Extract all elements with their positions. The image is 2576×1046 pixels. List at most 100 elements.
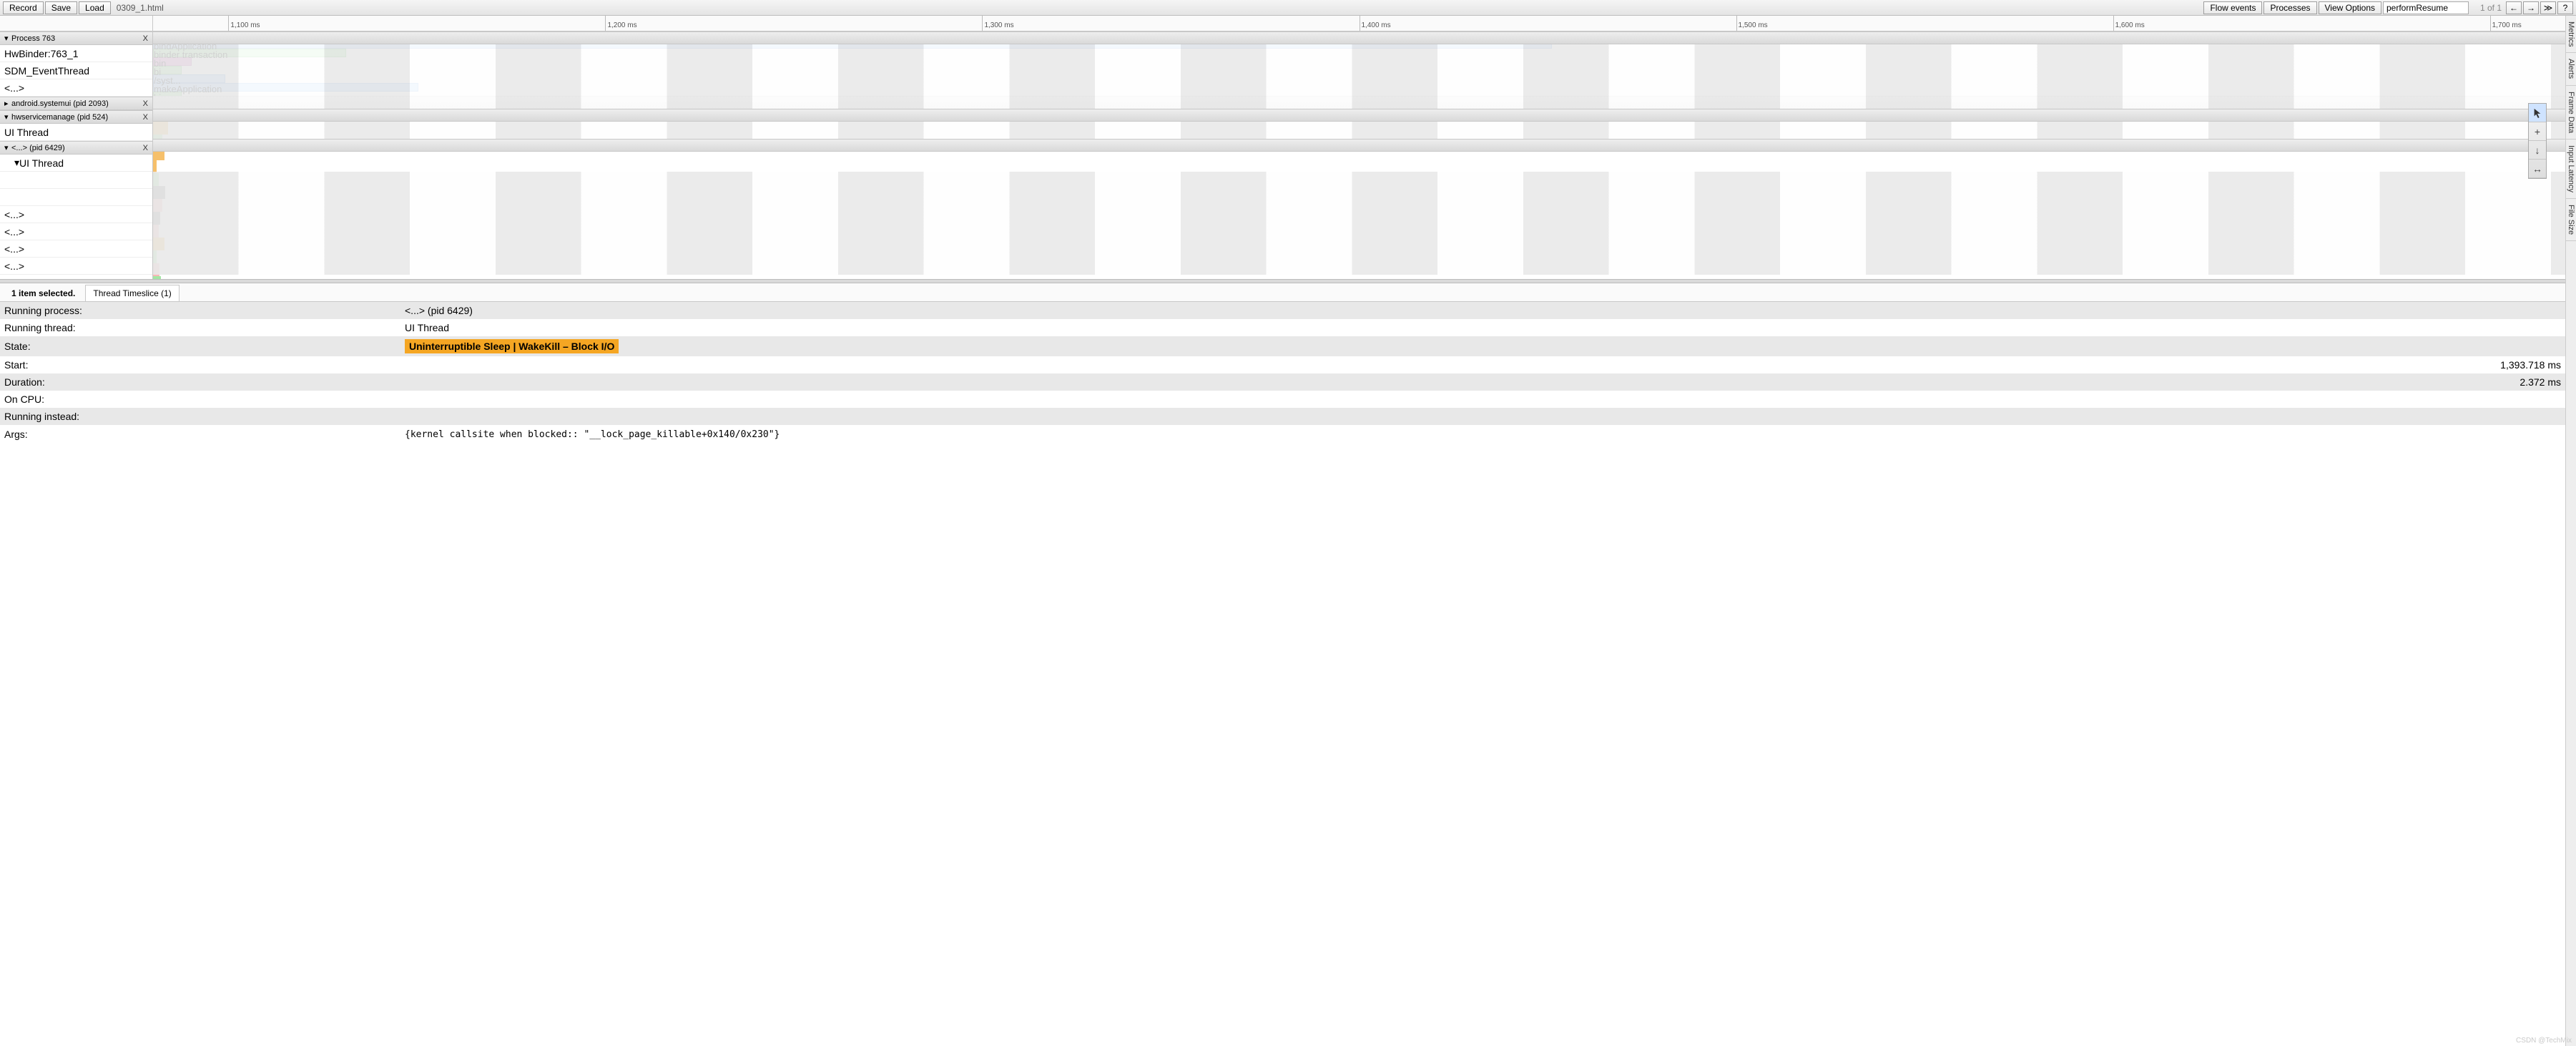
detail-key: Duration:	[0, 373, 400, 391]
pan-icon: ↔	[2532, 163, 2542, 175]
thread-label-dots-d[interactable]: <...>	[0, 258, 152, 275]
lane-hwbinder[interactable]	[153, 44, 2565, 62]
lane-dots-d[interactable]	[153, 258, 2565, 275]
detail-key: State:	[0, 336, 400, 356]
thread-label-dots[interactable]: <...>	[0, 79, 152, 97]
search-last-button[interactable]: ≫	[2540, 1, 2556, 14]
ruler-tick: 1,500 ms	[1736, 16, 1768, 31]
detail-row: On CPU:	[0, 391, 2565, 408]
lane-6429-row3[interactable]	[153, 189, 2565, 206]
side-tab-frame-data[interactable]: Frame Data	[2566, 86, 2576, 140]
track-canvas[interactable]: Act... bindApplication binder transactio…	[153, 31, 2565, 279]
save-button[interactable]: Save	[45, 1, 77, 14]
load-button[interactable]: Load	[79, 1, 111, 14]
ruler-tick: 1,100 ms	[228, 16, 260, 31]
detail-value	[400, 408, 2565, 425]
pointer-icon	[2532, 108, 2542, 118]
ruler-tick: 1,600 ms	[2113, 16, 2145, 31]
lane-6429-row2[interactable]	[153, 172, 2565, 189]
detail-row: Duration:2.372 ms	[0, 373, 2565, 391]
thread-label-sdm[interactable]: SDM_EventThread	[0, 62, 152, 79]
ruler-tick: 1,300 ms	[982, 16, 1013, 31]
search-hit-counter: 1 of 1	[2470, 3, 2504, 13]
side-tab-metrics[interactable]: Metrics	[2566, 16, 2576, 53]
detail-pane: 1 item selected. Thread Timeslice (1) Ru…	[0, 283, 2565, 1046]
watermark: CSDN @TechMix	[2516, 1037, 2572, 1045]
processes-button[interactable]: Processes	[2263, 1, 2316, 14]
lane-dots1[interactable]	[153, 79, 2565, 96]
lane-systemui[interactable]	[153, 96, 2565, 109]
search-input[interactable]	[2383, 1, 2469, 14]
close-icon[interactable]: X	[143, 34, 148, 43]
process-header-763[interactable]: ▾Process 763 X	[0, 31, 152, 45]
detail-key: Running process:	[0, 302, 400, 319]
ruler-tick: 1,700 ms	[2490, 16, 2522, 31]
detail-value: <...> (pid 6429)	[400, 302, 2565, 319]
side-tab-input-latency[interactable]: Input Latency	[2566, 140, 2576, 199]
process-header-2093[interactable]: ▸android.systemui (pid 2093) X	[0, 97, 152, 110]
detail-value: 2.372 ms	[400, 373, 2565, 391]
detail-key: Running instead:	[0, 408, 400, 425]
thread-label-dots-c[interactable]: <...>	[0, 240, 152, 258]
lane-dots-b[interactable]	[153, 223, 2565, 240]
lane-ui-524[interactable]	[153, 122, 2565, 139]
search-prev-button[interactable]: ←	[2506, 1, 2522, 14]
pan-tool-button[interactable]: ↔	[2529, 160, 2546, 178]
detail-row: Running thread:UI Thread	[0, 319, 2565, 336]
file-title: 0309_1.html	[117, 3, 164, 13]
state-badge: Uninterruptible Sleep | WakeKill – Block…	[405, 339, 619, 353]
help-button[interactable]: ?	[2557, 1, 2573, 14]
lane-dots-c[interactable]	[153, 240, 2565, 258]
close-icon[interactable]: X	[143, 113, 148, 122]
lane-6429-row0[interactable]	[153, 152, 2565, 162]
side-tab-alerts[interactable]: Alerts	[2566, 53, 2576, 85]
plus-icon: +	[2535, 126, 2540, 137]
zoom-out-tool-button[interactable]: ↓	[2529, 141, 2546, 160]
detail-row: Running instead:	[0, 408, 2565, 425]
ruler-tick: 1,400 ms	[1360, 16, 1391, 31]
detail-table: Running process:<...> (pid 6429)Running …	[0, 302, 2565, 443]
top-toolbar: Record Save Load 0309_1.html Flow events…	[0, 0, 2576, 16]
track-label-gutter: ▾Process 763 X HwBinder:763_1 SDM_EventT…	[0, 31, 153, 279]
detail-key: Start:	[0, 356, 400, 373]
process-header-6429[interactable]: ▾<...> (pid 6429) X	[0, 141, 152, 155]
time-ruler[interactable]: 1,100 ms 1,200 ms 1,300 ms 1,400 ms 1,500 ms…	[153, 16, 2565, 31]
detail-value: 1,393.718 ms	[400, 356, 2565, 373]
detail-key: Args:	[0, 425, 400, 443]
lane-dots-a[interactable]	[153, 206, 2565, 223]
thread-label-dots-b[interactable]: <...>	[0, 223, 152, 240]
selection-summary: 1 item selected.	[4, 285, 82, 301]
detail-key: Running thread:	[0, 319, 400, 336]
down-arrow-icon: ↓	[2535, 145, 2540, 156]
thread-label-ui-6429[interactable]: ▾ UI Thread	[0, 155, 152, 172]
thread-label-hwbinder[interactable]: HwBinder:763_1	[0, 45, 152, 62]
flow-events-button[interactable]: Flow events	[2203, 1, 2262, 14]
view-options-button[interactable]: View Options	[2319, 1, 2381, 14]
time-ruler-row: 1,100 ms 1,200 ms 1,300 ms 1,400 ms 1,500 ms…	[0, 16, 2565, 31]
search-next-button[interactable]: →	[2523, 1, 2539, 14]
right-side-tabs: Metrics Alerts Frame Data Input Latency …	[2565, 16, 2576, 1046]
record-button[interactable]: Record	[3, 1, 44, 14]
detail-row: Running process:<...> (pid 6429)	[0, 302, 2565, 319]
zoom-in-tool-button[interactable]: +	[2529, 122, 2546, 141]
detail-value: {kernel callsite when blocked:: "__lock_…	[400, 425, 2565, 443]
lane-sdm[interactable]	[153, 62, 2565, 79]
tab-thread-timeslice[interactable]: Thread Timeslice (1)	[85, 285, 179, 301]
side-tab-file-size[interactable]: File Size	[2566, 199, 2576, 241]
detail-value: Uninterruptible Sleep | WakeKill – Block…	[400, 336, 2565, 356]
detail-value	[400, 391, 2565, 408]
pointer-tool-button[interactable]	[2529, 104, 2546, 122]
detail-key: On CPU:	[0, 391, 400, 408]
close-icon[interactable]: X	[143, 144, 148, 152]
tool-palette: + ↓ ↔	[2528, 103, 2547, 179]
thread-label-ui-524[interactable]: UI Thread	[0, 124, 152, 141]
thread-label-dots-a[interactable]: <...>	[0, 206, 152, 223]
close-icon[interactable]: X	[143, 99, 148, 108]
trace-sliver[interactable]	[153, 276, 161, 279]
detail-value: UI Thread	[400, 319, 2565, 336]
detail-row: Args:{kernel callsite when blocked:: "__…	[0, 425, 2565, 443]
ruler-tick: 1,200 ms	[605, 16, 636, 31]
lane-6429-row1[interactable]	[153, 162, 2565, 172]
detail-row: State: Uninterruptible Sleep | WakeKill –…	[0, 336, 2565, 356]
process-header-524[interactable]: ▾hwservicemanage (pid 524) X	[0, 110, 152, 124]
